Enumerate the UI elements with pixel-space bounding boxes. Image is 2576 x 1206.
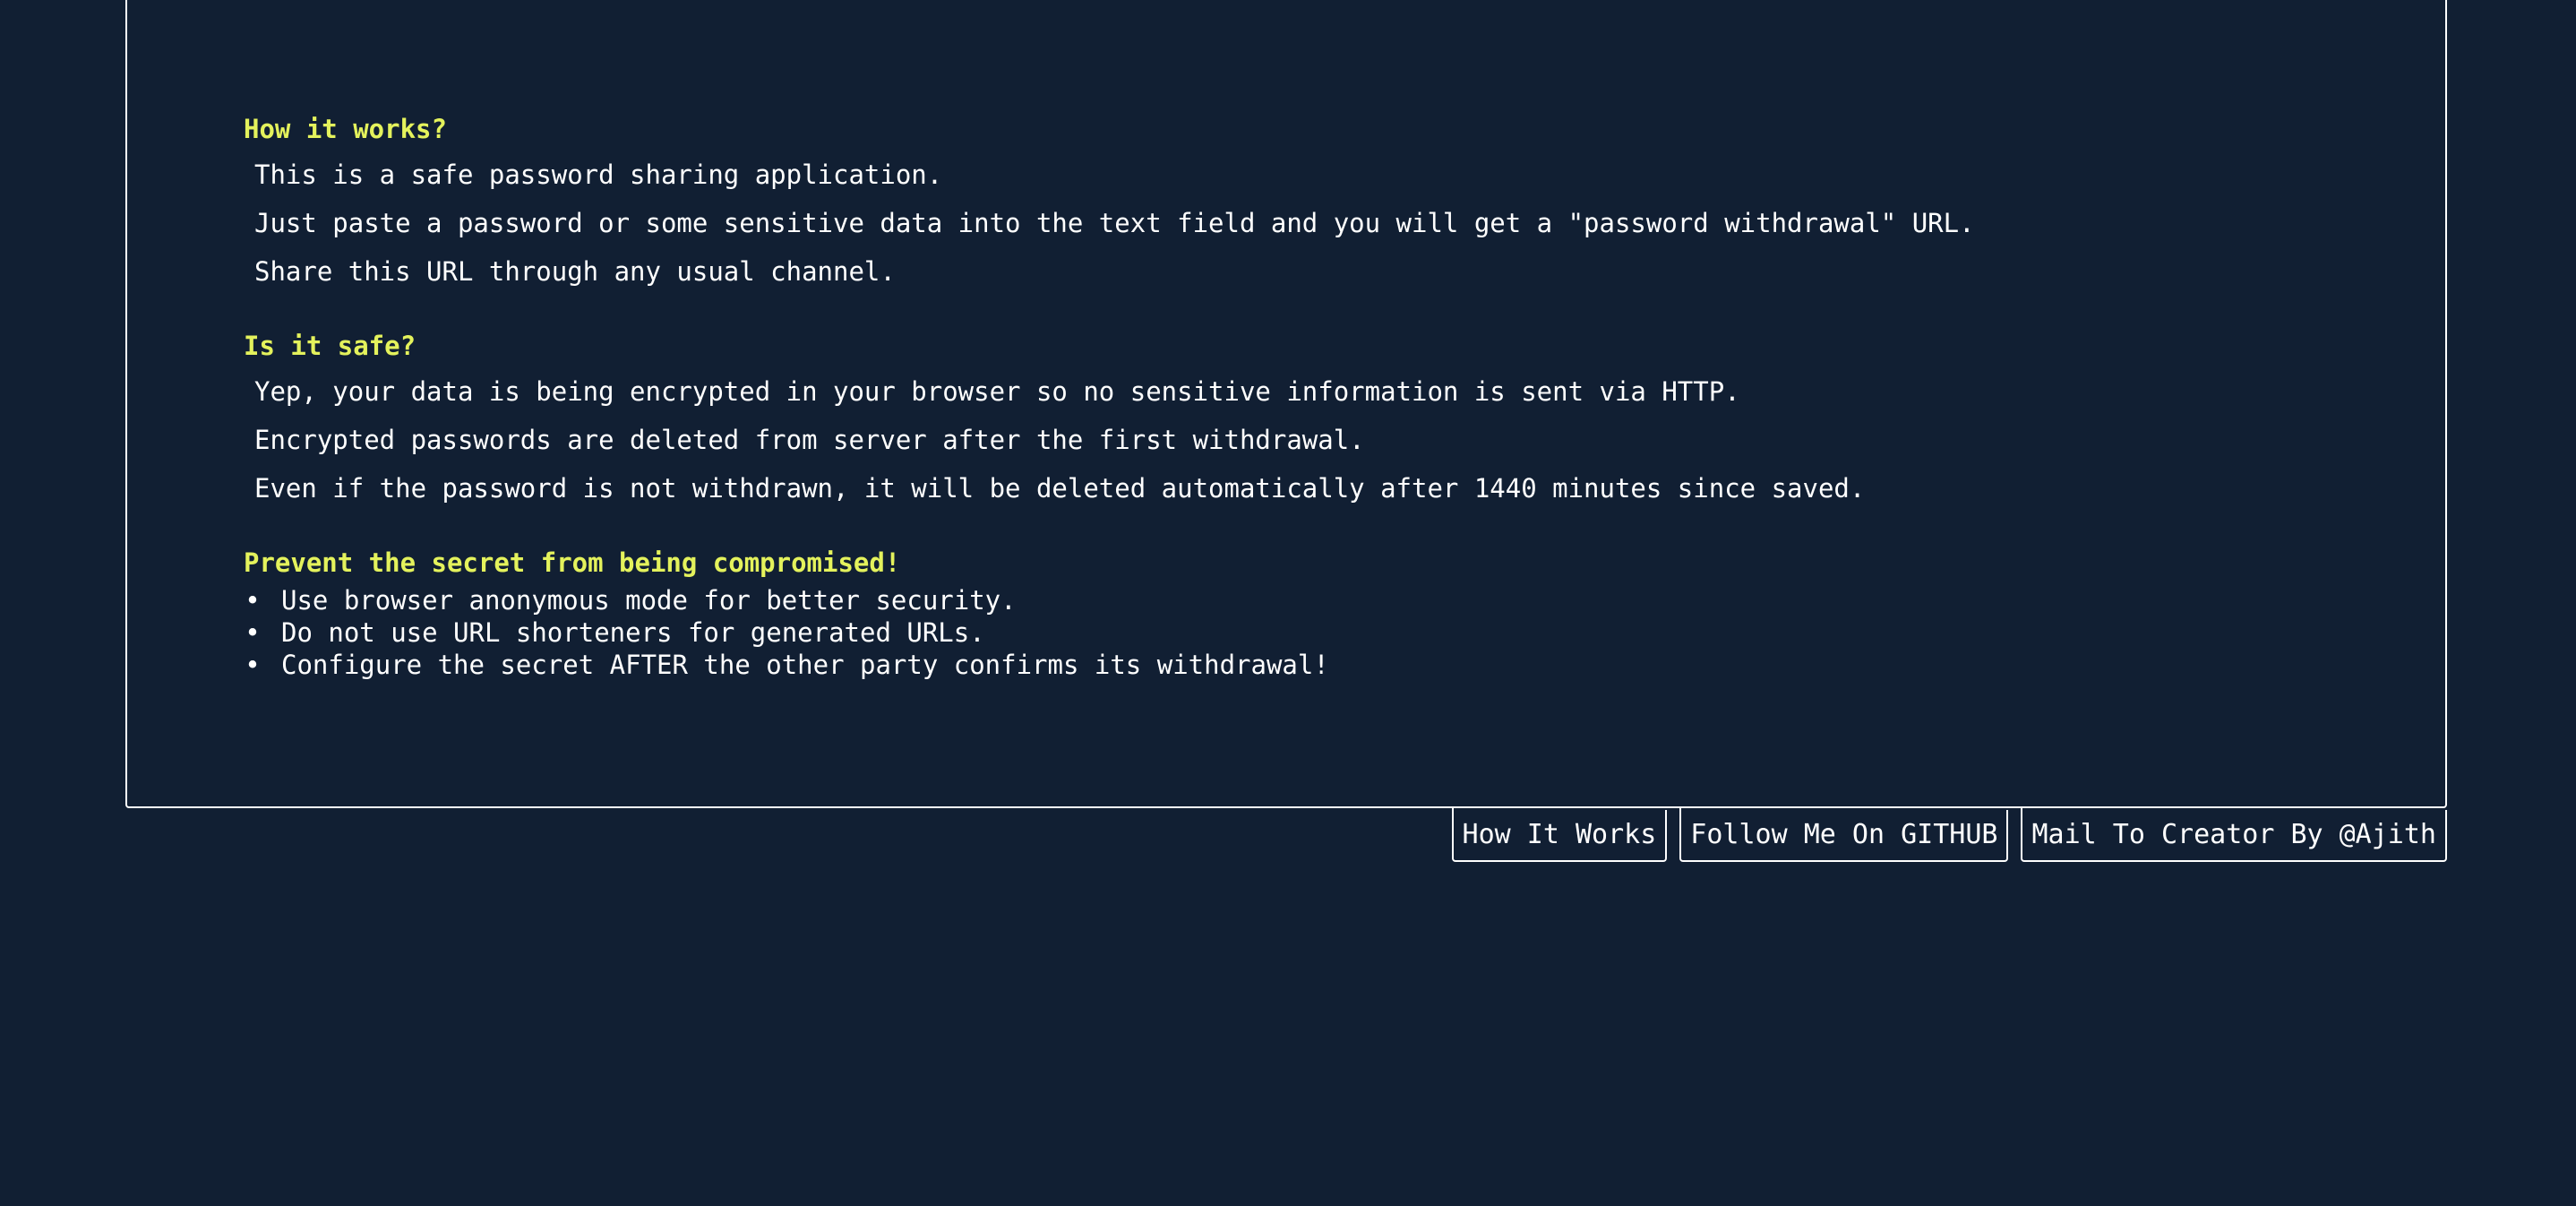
bullet-icon: • [245, 617, 261, 648]
footer-nav: How It Works Follow Me On GITHUB Mail To… [1451, 806, 2447, 862]
security-tips-list: • Use browser anonymous mode for better … [244, 584, 2393, 681]
mail-creator-link[interactable]: Mail To Creator By @Ajith [2021, 806, 2447, 862]
how-it-works-line: Share this URL through any usual channel… [254, 256, 896, 287]
info-panel: How it works? This is a safe password sh… [125, 0, 2447, 808]
prevent-compromise-heading: Prevent the secret from being compromise… [244, 547, 901, 578]
tip-text: Do not use URL shorteners for generated … [281, 617, 985, 648]
how-it-works-line: This is a safe password sharing applicat… [254, 159, 943, 190]
tip-text: Use browser anonymous mode for better se… [281, 585, 1017, 616]
bullet-icon: • [245, 585, 261, 616]
is-it-safe-line: Encrypted passwords are deleted from ser… [254, 425, 1365, 455]
github-link[interactable]: Follow Me On GITHUB [1679, 806, 2009, 862]
info-content: How it works? This is a safe password sh… [244, 108, 2393, 681]
how-it-works-line: Just paste a password or some sensitive … [254, 208, 1975, 238]
is-it-safe-line: Yep, your data is being encrypted in you… [254, 376, 1740, 407]
list-item: • Use browser anonymous mode for better … [244, 584, 2393, 616]
list-item: • Do not use URL shorteners for generate… [244, 616, 2393, 649]
how-it-works-heading: How it works? [244, 114, 447, 144]
list-item: • Configure the secret AFTER the other p… [244, 649, 2393, 681]
is-it-safe-line: Even if the password is not withdrawn, i… [254, 473, 1866, 504]
is-it-safe-heading: Is it safe? [244, 331, 416, 361]
bullet-icon: • [245, 650, 261, 680]
how-it-works-link[interactable]: How It Works [1451, 806, 1668, 862]
tip-text: Configure the secret AFTER the other par… [281, 650, 1329, 680]
